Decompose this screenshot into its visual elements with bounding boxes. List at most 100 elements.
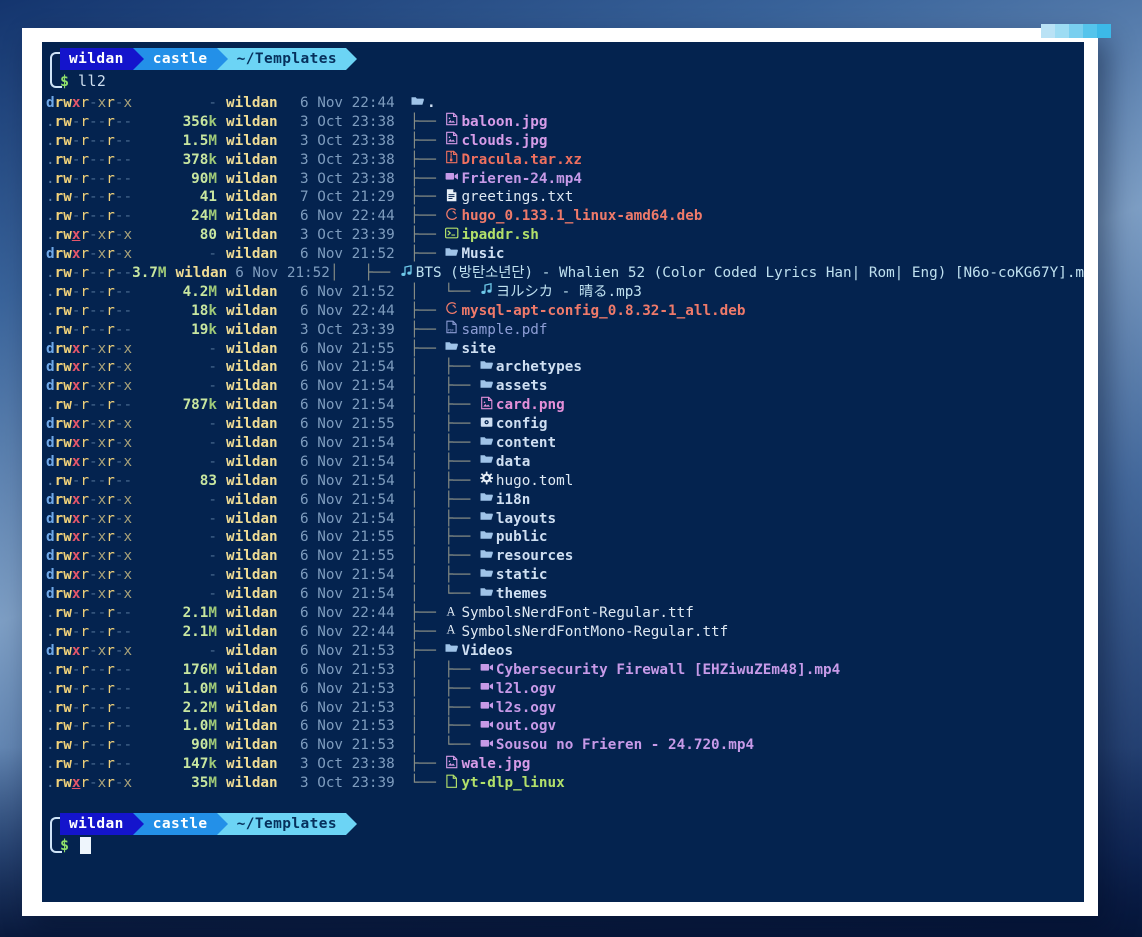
file-row[interactable]: .rw-r--r--90Mwildan3 Oct 23:38├── Friere… — [42, 170, 1084, 189]
file-name[interactable]: Frieren-24.mp4 — [461, 170, 582, 189]
file-row[interactable]: .rw-r--r--4.2Mwildan6 Nov 21:52│ └── ヨルシ… — [42, 283, 1084, 302]
file-row[interactable]: drwxr-xr-x-wildan6 Nov 21:54│ ├── layout… — [42, 510, 1084, 529]
file-owner: wildan — [222, 661, 292, 680]
file-row[interactable]: drwxr-xr-x-wildan6 Nov 21:53├── Videos — [42, 642, 1084, 661]
command-line-bottom[interactable]: $ — [60, 835, 1084, 856]
file-row[interactable]: .rw-r--r--19kwildan3 Oct 23:39├── PDFsam… — [42, 321, 1084, 340]
file-name[interactable]: ipaddr.sh — [461, 226, 538, 245]
file-row[interactable]: drwxr-xr-x-wildan6 Nov 21:54│ └── themes — [42, 585, 1084, 604]
file-row[interactable]: .rw-r--r--147kwildan3 Oct 23:38├── wale.… — [42, 755, 1084, 774]
file-name[interactable]: resources — [496, 547, 573, 566]
file-size: - — [160, 415, 222, 434]
file-row[interactable]: drwxr-xr-x-wildan6 Nov 21:54│ ├── i18n — [42, 491, 1084, 510]
file-date: 6 Nov 21:55 — [292, 528, 410, 547]
terminal-screen[interactable]: wildan castle ~/Templates $ ll2 drwxr-xr… — [42, 42, 1084, 902]
file-name[interactable]: wale.jpg — [461, 755, 530, 774]
file-date: 6 Nov 21:54 — [292, 396, 410, 415]
file-row[interactable]: .rw-r--r--18kwildan6 Nov 22:44├── mysql-… — [42, 302, 1084, 321]
image-icon — [444, 112, 459, 132]
file-row[interactable]: .rw-r--r--378kwildan3 Oct 23:38├── Dracu… — [42, 151, 1084, 170]
file-name[interactable]: l2s.ogv — [496, 699, 556, 718]
file-row[interactable]: .rw-r--r--24Mwildan6 Nov 22:44├── hugo_0… — [42, 207, 1084, 226]
file-row[interactable]: .rwxr-xr-x80wildan3 Oct 23:39├── ipaddr.… — [42, 226, 1084, 245]
file-name[interactable]: out.ogv — [496, 717, 556, 736]
file-name[interactable]: hugo_0.133.1_linux-amd64.deb — [461, 207, 702, 226]
file-row[interactable]: .rw-r--r--2.2Mwildan6 Nov 21:53│ ├── l2s… — [42, 699, 1084, 718]
file-row[interactable]: .rw-r--r--1.0Mwildan6 Nov 21:53│ ├── out… — [42, 717, 1084, 736]
file-date: 6 Nov 21:52 — [292, 245, 410, 264]
file-name[interactable]: Music — [461, 245, 504, 264]
file-row[interactable]: drwxr-xr-x-wildan6 Nov 21:54│ ├── static — [42, 566, 1084, 585]
file-row[interactable]: drwxr-xr-x-wildan6 Nov 21:54│ ├── assets — [42, 377, 1084, 396]
file-row[interactable]: .rw-r--r--2.1Mwildan6 Nov 22:44├── ASymb… — [42, 604, 1084, 623]
file-row[interactable]: drwxr-xr-x-wildan6 Nov 21:55│ ├── resour… — [42, 547, 1084, 566]
file-row[interactable]: .rw-r--r--1.0Mwildan6 Nov 21:53│ ├── l2l… — [42, 680, 1084, 699]
file-row[interactable]: drwxr-xr-x-wildan6 Nov 21:54│ ├── conten… — [42, 434, 1084, 453]
file-name[interactable]: themes — [496, 585, 548, 604]
file-name[interactable]: l2l.ogv — [496, 680, 556, 699]
plain-file-icon — [444, 774, 459, 794]
file-owner: wildan — [222, 453, 292, 472]
terminal-window[interactable]: wildan castle ~/Templates $ ll2 drwxr-xr… — [22, 28, 1098, 916]
file-row[interactable]: .rw-r--r--90Mwildan6 Nov 21:53│ └── Sous… — [42, 736, 1084, 755]
file-name[interactable]: ヨルシカ - 晴る.mp3 — [496, 283, 642, 302]
file-row[interactable]: .rw-r--r--176Mwildan6 Nov 21:53│ ├── Cyb… — [42, 661, 1084, 680]
file-date: 6 Nov 21:55 — [292, 547, 410, 566]
file-name[interactable]: i18n — [496, 491, 530, 510]
file-name[interactable]: site — [461, 340, 495, 359]
file-size: - — [160, 245, 222, 264]
file-row[interactable]: .rw-r--r--2.1Mwildan6 Nov 22:44├── ASymb… — [42, 623, 1084, 642]
tree-connector: │ ├── — [410, 547, 479, 566]
file-name[interactable]: layouts — [496, 510, 556, 529]
file-name[interactable]: SymbolsNerdFontMono-Regular.ttf — [461, 623, 728, 642]
file-row[interactable]: drwxr-xr-x-wildan6 Nov 21:52├── Music — [42, 245, 1084, 264]
file-name[interactable]: mysql-apt-config_0.8.32-1_all.deb — [461, 302, 745, 321]
file-row[interactable]: drwxr-xr-x-wildan6 Nov 21:55│ ├── config — [42, 415, 1084, 434]
file-date: 3 Oct 23:38 — [292, 151, 410, 170]
file-name[interactable]: data — [496, 453, 530, 472]
file-name[interactable]: . — [427, 94, 436, 113]
file-row[interactable]: drwxr-xr-x-wildan6 Nov 21:55├── site — [42, 340, 1084, 359]
prompt-arrow-b3 — [346, 813, 357, 835]
permissions: .rw-r--r-- — [42, 321, 160, 340]
font-icon: A — [444, 622, 459, 642]
file-row[interactable]: .rwxr-xr-x35Mwildan3 Oct 23:39└── yt-dlp… — [42, 774, 1084, 793]
file-row[interactable]: drwxr-xr-x-wildan6 Nov 22:44. — [42, 94, 1084, 113]
file-row[interactable]: .rw-r--r--356kwildan3 Oct 23:38├── baloo… — [42, 113, 1084, 132]
file-name[interactable]: baloon.jpg — [461, 113, 547, 132]
file-name[interactable]: greetings.txt — [461, 188, 573, 207]
file-name[interactable]: Cybersecurity Firewall [EHZiwuZEm48].mp4 — [496, 661, 840, 680]
file-name[interactable]: archetypes — [496, 358, 582, 377]
file-name[interactable]: SymbolsNerdFont-Regular.ttf — [461, 604, 693, 623]
file-name[interactable]: hugo.toml — [496, 472, 573, 491]
file-name[interactable]: yt-dlp_linux — [461, 774, 564, 793]
file-row[interactable]: .rw-r--r--787kwildan6 Nov 21:54│ ├── car… — [42, 396, 1084, 415]
permissions: .rw-r--r-- — [42, 132, 160, 151]
file-name[interactable]: config — [496, 415, 548, 434]
file-row[interactable]: drwxr-xr-x-wildan6 Nov 21:54│ ├── data — [42, 453, 1084, 472]
file-owner: wildan — [222, 94, 292, 113]
file-name[interactable]: content — [496, 434, 556, 453]
file-row[interactable]: drwxr-xr-x-wildan6 Nov 21:54│ ├── archet… — [42, 358, 1084, 377]
file-row[interactable]: .rw-r--r--83wildan6 Nov 21:54│ ├── hugo.… — [42, 472, 1084, 491]
file-row[interactable]: drwxr-xr-x-wildan6 Nov 21:55│ ├── public — [42, 528, 1084, 547]
permissions: drwxr-xr-x — [42, 566, 160, 585]
file-size: - — [160, 377, 222, 396]
file-row[interactable]: .rw-r--r--3.7Mwildan6 Nov 21:52│ ├── BTS… — [42, 264, 1084, 283]
file-name[interactable]: static — [496, 566, 548, 585]
file-name[interactable]: BTS (방탄소년단) - Whalien 52 (Color Coded Ly… — [416, 264, 1084, 283]
file-name[interactable]: Videos — [461, 642, 513, 661]
file-name[interactable]: Sousou no Frieren - 24.720.mp4 — [496, 736, 754, 755]
file-name[interactable]: sample.pdf — [461, 321, 547, 340]
file-name[interactable]: clouds.jpg — [461, 132, 547, 151]
file-name[interactable]: assets — [496, 377, 548, 396]
file-name[interactable]: card.png — [496, 396, 565, 415]
file-row[interactable]: .rw-r--r--41wildan7 Oct 21:29├── greetin… — [42, 188, 1084, 207]
file-name[interactable]: Dracula.tar.xz — [461, 151, 582, 170]
file-row[interactable]: .rw-r--r--1.5Mwildan3 Oct 23:38├── cloud… — [42, 132, 1084, 151]
file-name[interactable]: public — [496, 528, 548, 547]
prompt-host-bottom: castle — [144, 813, 217, 835]
permissions: .rw-r--r-- — [42, 755, 160, 774]
file-date: 3 Oct 23:39 — [292, 321, 410, 340]
tree-connector: ├── — [410, 132, 444, 151]
